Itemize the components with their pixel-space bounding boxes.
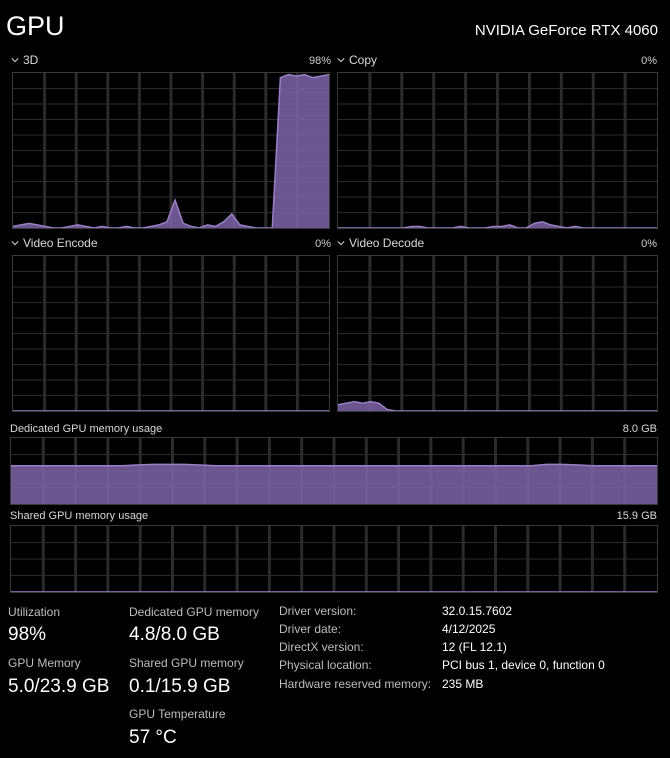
graph-video-encode bbox=[12, 255, 330, 412]
dedicated-memory-stat-value: 4.8/8.0 GB bbox=[129, 624, 220, 645]
engine-percent: 0% bbox=[641, 55, 657, 67]
gpu-temperature-label: GPU Temperature bbox=[129, 707, 226, 721]
engine-selector-video-encode[interactable]: Video Encode bbox=[11, 236, 98, 250]
detail-key: DirectX version: bbox=[279, 640, 364, 654]
utilization-label: Utilization bbox=[8, 605, 61, 619]
engine-label: Video Decode bbox=[349, 236, 425, 250]
engine-label: Video Encode bbox=[23, 236, 98, 250]
graph-dedicated-memory bbox=[10, 437, 658, 505]
engine-selector-copy[interactable]: Copy bbox=[337, 53, 377, 67]
shared-memory-max: 15.9 GB bbox=[616, 510, 657, 522]
detail-key: Hardware reserved memory: bbox=[279, 677, 432, 691]
grid-lines bbox=[13, 256, 329, 411]
detail-value: 12 (FL 12.1) bbox=[442, 640, 507, 654]
grid-lines bbox=[11, 526, 657, 592]
dedicated-memory-max: 8.0 GB bbox=[622, 423, 657, 435]
chevron-down-icon bbox=[11, 241, 19, 246]
grid-lines bbox=[338, 256, 657, 411]
engine-selector-video-decode[interactable]: Video Decode bbox=[337, 236, 424, 250]
gpu-memory-value: 5.0/23.9 GB bbox=[8, 676, 110, 697]
dedicated-memory-stat-label: Dedicated GPU memory bbox=[129, 605, 260, 619]
engine-label: Copy bbox=[349, 53, 378, 67]
graph-copy bbox=[337, 72, 658, 229]
graph-shared-memory bbox=[10, 525, 658, 593]
detail-value: 32.0.15.7602 bbox=[442, 604, 513, 618]
utilization-value: 98% bbox=[8, 624, 47, 645]
shared-memory-stat-value: 0.1/15.9 GB bbox=[129, 676, 231, 697]
detail-key: Physical location: bbox=[279, 658, 372, 672]
engine-percent: 98% bbox=[308, 55, 331, 67]
chevron-down-icon bbox=[337, 241, 345, 246]
adapter-name: NVIDIA GeForce RTX 4060 bbox=[474, 22, 658, 39]
shared-memory-label: Shared GPU memory usage bbox=[10, 510, 149, 522]
gpu-temperature-value: 57 °C bbox=[129, 727, 177, 748]
page-title: GPU bbox=[6, 11, 65, 41]
shared-memory-stat-label: Shared GPU memory bbox=[129, 656, 244, 670]
chevron-down-icon bbox=[337, 58, 345, 63]
detail-value: 235 MB bbox=[442, 677, 484, 691]
detail-value: PCI bus 1, device 0, function 0 bbox=[442, 658, 605, 672]
engine-percent: 0% bbox=[641, 238, 657, 250]
engine-label: 3D bbox=[23, 53, 39, 67]
engine-selector-3d[interactable]: 3D bbox=[11, 53, 38, 67]
graph-3d bbox=[12, 72, 330, 229]
detail-value: 4/12/2025 bbox=[442, 622, 496, 636]
gpu-memory-label: GPU Memory bbox=[8, 656, 81, 670]
graph-video-decode bbox=[337, 255, 658, 412]
dedicated-memory-label: Dedicated GPU memory usage bbox=[10, 423, 163, 435]
usage-area bbox=[11, 464, 657, 504]
engine-percent: 0% bbox=[315, 238, 331, 250]
chevron-down-icon bbox=[11, 58, 19, 63]
detail-key: Driver version: bbox=[279, 604, 357, 618]
detail-key: Driver date: bbox=[279, 622, 342, 636]
grid-lines bbox=[338, 73, 657, 228]
